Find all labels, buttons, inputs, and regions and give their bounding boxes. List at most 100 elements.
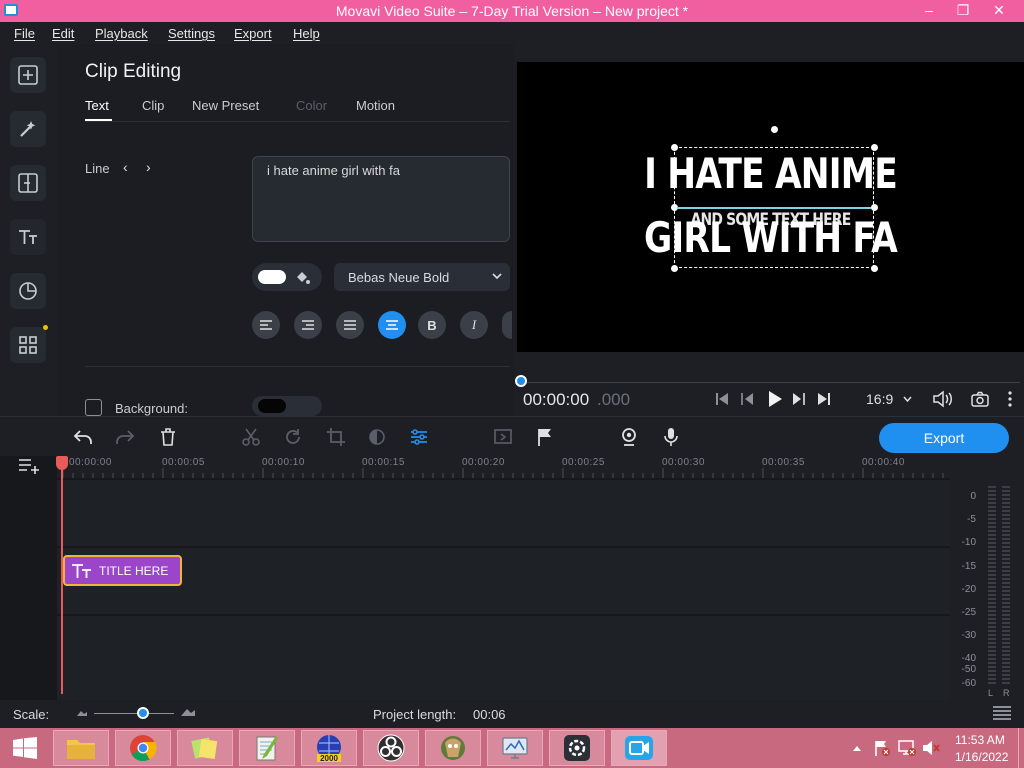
text-color-control[interactable] [252,263,322,291]
taskbar-obs[interactable] [363,730,419,766]
align-center-icon [386,320,398,330]
close-button[interactable]: ✕ [982,0,1016,22]
volume-muted-icon[interactable] [922,740,940,756]
next-frame-icon[interactable] [792,392,806,406]
delete-icon[interactable] [158,427,178,447]
windows-start-icon[interactable] [12,737,38,759]
clip-properties-icon[interactable] [409,427,429,447]
italic-button[interactable]: I [460,311,488,339]
taskbar-settings-app[interactable] [549,730,605,766]
taskbar-file-explorer[interactable] [53,730,109,766]
line-prev-button[interactable]: ‹ [123,159,128,175]
sticker-icon [19,282,37,300]
rotate-handle[interactable] [771,126,778,133]
background-label: Background: [115,401,188,416]
bold-button[interactable]: B [418,311,446,339]
justify-icon [344,320,356,330]
background-checkbox[interactable] [85,399,102,416]
prev-frame-icon[interactable] [740,392,754,406]
align-right-button[interactable] [294,311,322,339]
tray-expand-icon[interactable] [852,744,862,752]
show-desktop-button[interactable] [1018,728,1024,768]
stickers-button[interactable] [10,273,46,309]
align-center-button[interactable] [378,311,406,339]
tab-new-preset[interactable]: New Preset [192,98,259,113]
zoom-out-icon[interactable] [76,709,88,717]
more-options-icon[interactable] [1007,390,1013,408]
video-track[interactable] [57,548,950,614]
scale-slider-track[interactable] [94,713,174,714]
zoom-in-icon[interactable] [180,707,198,717]
play-icon[interactable] [767,390,783,408]
align-left-button[interactable] [252,311,280,339]
taskbar-movavi[interactable] [611,730,667,766]
notepad-plus-icon [256,736,278,761]
preview-player[interactable]: I HATE ANIME AND SOME TEXT HERE GIRL WIT… [517,62,1024,352]
title-clip[interactable]: TITLE HERE [63,555,182,586]
filters-button[interactable] [10,111,46,147]
marker-flag-icon[interactable] [535,427,555,447]
taskbar-game-app[interactable] [425,730,481,766]
volume-icon[interactable] [932,390,954,408]
title-text-input[interactable]: i hate anime girl with fa [252,156,510,242]
title-track[interactable] [57,480,950,546]
taskbar-app-2000[interactable]: 2000 [301,730,357,766]
menu-export[interactable]: Export [234,26,272,41]
skip-end-icon[interactable] [817,392,831,406]
export-button[interactable]: Export [879,423,1009,453]
rotate-icon [286,429,300,444]
gear-app-icon [564,735,590,761]
meter-settings-icon[interactable] [992,705,1012,722]
skip-start-icon[interactable] [715,392,729,406]
audio-track[interactable] [57,616,950,700]
seek-track[interactable] [520,382,1020,383]
scale-slider-handle[interactable] [137,707,149,719]
underline-button[interactable] [502,311,512,339]
tray-time[interactable]: 11:53 AM [955,733,1005,747]
line-label: Line [85,161,110,176]
tick-label: 00:00:20 [462,457,505,468]
add-track-icon[interactable] [18,456,40,474]
taskbar-notepad-plus[interactable] [239,730,295,766]
line-next-button[interactable]: › [146,159,151,175]
transitions-button[interactable] [10,165,46,201]
justify-button[interactable] [336,311,364,339]
timeline-ruler[interactable]: 00:00:00 00:00:05 00:00:10 00:00:15 00:0… [57,456,950,478]
import-button[interactable] [10,57,46,93]
font-select-value: Bebas Neue Bold [348,270,450,285]
tick-label: 00:00:25 [562,457,605,468]
titles-button[interactable] [10,219,46,255]
undo-icon[interactable] [73,427,93,447]
more-tools-button[interactable] [10,327,46,363]
background-color-control[interactable] [252,396,322,416]
menu-edit[interactable]: Edit [52,26,74,41]
menu-settings[interactable]: Settings [168,26,215,41]
font-select[interactable]: Bebas Neue Bold [334,263,510,291]
taskbar-chrome[interactable] [115,730,171,766]
tab-motion[interactable]: Motion [356,98,395,113]
aspect-ratio-select[interactable]: 16:9 [866,391,893,407]
meter-right-channel [1002,486,1010,686]
network-icon[interactable] [898,739,916,757]
minimize-button[interactable]: – [912,0,946,22]
tab-clip[interactable]: Clip [142,98,164,113]
menu-playback[interactable]: Playback [95,26,148,41]
menu-help[interactable]: Help [293,26,320,41]
fit-frame-icon [494,429,512,444]
resize-handle-bl[interactable] [671,265,678,272]
title-bar: Movavi Video Suite – 7-Day Trial Version… [0,0,1024,22]
maximize-button[interactable]: ❐ [946,0,980,22]
resize-handle-br[interactable] [871,265,878,272]
microphone-icon[interactable] [661,427,681,447]
tray-date[interactable]: 1/16/2022 [955,750,1008,764]
taskbar-monitor-app[interactable] [487,730,543,766]
snapshot-camera-icon[interactable] [971,391,989,407]
action-center-flag-icon[interactable] [874,739,890,757]
tab-text[interactable]: Text [85,98,109,113]
taskbar-sticky-notes[interactable] [177,730,233,766]
webcam-icon[interactable] [619,427,639,447]
seek-handle[interactable] [515,375,527,387]
movavi-icon [625,736,653,760]
menu-file[interactable]: File [14,26,35,41]
playhead-handle[interactable] [56,456,68,470]
